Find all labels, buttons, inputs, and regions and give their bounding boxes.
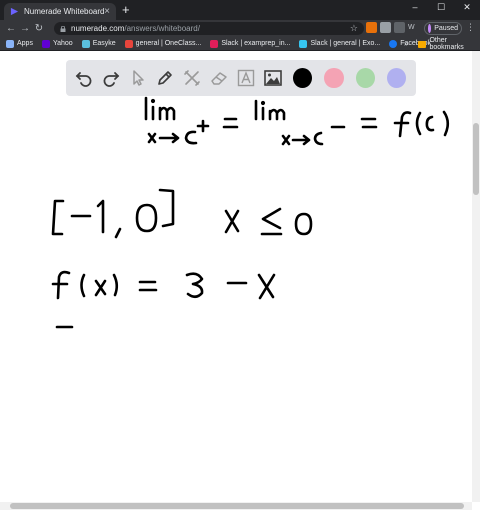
handwritten-x-leq-0 bbox=[224, 207, 313, 236]
puzzle-icon[interactable] bbox=[394, 22, 405, 33]
bookmark-label: Slack | examprep_in... bbox=[221, 40, 291, 47]
slack-icon bbox=[299, 39, 308, 48]
handwriting-layer bbox=[51, 96, 450, 329]
bookmark-item[interactable]: Slack | general | Exo... bbox=[299, 39, 381, 48]
facebook-icon bbox=[389, 39, 398, 48]
reload-button[interactable]: ↻ bbox=[32, 23, 46, 34]
profile-label: Paused bbox=[434, 25, 458, 32]
handwritten-f-of-c bbox=[393, 110, 450, 138]
pen-icon bbox=[158, 71, 172, 85]
bookmark-label: Yahoo bbox=[52, 40, 73, 47]
horizontal-scrollbar[interactable] bbox=[0, 502, 472, 510]
handwritten-lim-left bbox=[254, 99, 346, 146]
browser-tab[interactable]: Numerade Whiteboard × bbox=[4, 3, 116, 20]
whiteboard-toolbar bbox=[66, 60, 416, 96]
bookmarks-bar: Apps Yahoo Easyke general | OneClass... … bbox=[0, 37, 480, 51]
minimize-button[interactable]: – bbox=[402, 0, 428, 14]
extension-icon[interactable] bbox=[380, 22, 391, 33]
bookmark-item[interactable]: Easyke bbox=[81, 39, 116, 48]
select-icon bbox=[133, 70, 144, 86]
bookmark-label: Slack | general | Exo... bbox=[310, 40, 381, 47]
horizontal-scroll-thumb[interactable] bbox=[10, 503, 464, 509]
color-swatch-green[interactable] bbox=[355, 68, 375, 88]
bookmark-label: Easyke bbox=[92, 40, 116, 47]
avatar bbox=[428, 24, 432, 33]
select-tool[interactable] bbox=[126, 66, 149, 90]
text-tool[interactable] bbox=[235, 66, 258, 90]
close-window-button[interactable]: ✕ bbox=[454, 0, 480, 14]
vertical-scroll-thumb[interactable] bbox=[473, 123, 479, 195]
image-tool[interactable] bbox=[262, 66, 285, 90]
tools-icon bbox=[184, 70, 200, 86]
browser-toolbar: ← → ↻ numerade.com /answers/whiteboard/ … bbox=[0, 20, 480, 37]
forward-button[interactable]: → bbox=[18, 23, 32, 34]
text-icon bbox=[238, 69, 255, 87]
lock-icon bbox=[60, 25, 66, 32]
undo-icon bbox=[75, 72, 92, 87]
bookmark-star-icon[interactable]: ☆ bbox=[350, 22, 358, 35]
handwritten-equals bbox=[222, 117, 239, 129]
maximize-button[interactable]: ☐ bbox=[428, 0, 454, 14]
easyke-icon bbox=[81, 39, 90, 48]
handwritten-interval bbox=[51, 188, 175, 239]
bookmark-item[interactable]: Apps bbox=[6, 39, 33, 48]
extension-label[interactable]: W bbox=[408, 24, 415, 31]
bookmark-label: general | OneClass... bbox=[135, 40, 202, 47]
color-swatch-purple[interactable] bbox=[386, 68, 407, 88]
redo-icon bbox=[103, 72, 119, 87]
new-tab-button[interactable]: + bbox=[122, 3, 130, 17]
eraser-icon bbox=[211, 72, 227, 85]
tab-title: Numerade Whiteboard bbox=[24, 7, 105, 16]
url-path: /answers/whiteboard/ bbox=[124, 24, 200, 33]
window-controls: – ☐ ✕ bbox=[402, 0, 480, 14]
browser-menu-icon[interactable]: ⋮ bbox=[466, 22, 475, 33]
other-bookmarks[interactable]: Other bookmarks bbox=[418, 37, 480, 51]
color-swatch-pink[interactable] bbox=[324, 68, 344, 88]
color-swatch-black[interactable] bbox=[293, 68, 313, 88]
image-icon bbox=[264, 70, 283, 86]
eraser-tool[interactable] bbox=[208, 66, 231, 90]
url-host: numerade.com bbox=[71, 24, 125, 33]
undo-button[interactable] bbox=[72, 66, 95, 90]
extensions-area: W bbox=[366, 22, 415, 33]
pen-tool[interactable] bbox=[153, 66, 176, 90]
extension-icon[interactable] bbox=[366, 22, 377, 33]
redo-button[interactable] bbox=[99, 66, 122, 90]
bookmark-item[interactable]: Yahoo bbox=[41, 39, 73, 48]
other-bookmarks-label: Other bookmarks bbox=[429, 37, 464, 51]
handwritten-equals bbox=[360, 117, 378, 129]
back-button[interactable]: ← bbox=[4, 23, 18, 34]
address-bar[interactable]: numerade.com /answers/whiteboard/ ☆ bbox=[54, 22, 364, 35]
handwritten-f-of-x bbox=[51, 270, 276, 300]
bookmark-label: Apps bbox=[17, 40, 33, 47]
apps-icon bbox=[6, 39, 14, 48]
numerade-favicon-icon bbox=[10, 7, 19, 16]
bookmark-item[interactable]: general | OneClass... bbox=[124, 39, 202, 48]
vertical-scrollbar[interactable] bbox=[472, 51, 480, 502]
slack-icon bbox=[210, 39, 219, 48]
whiteboard-canvas[interactable] bbox=[0, 51, 472, 502]
more-bookmarks-button[interactable]: » bbox=[404, 39, 408, 48]
profile-button[interactable]: Paused bbox=[424, 22, 462, 35]
bookmark-item[interactable]: Slack | examprep_in... bbox=[210, 39, 291, 48]
yahoo-icon bbox=[41, 39, 50, 48]
tab-close-icon[interactable]: × bbox=[104, 6, 110, 17]
browser-title-bar: Numerade Whiteboard × + – ☐ ✕ bbox=[0, 0, 480, 20]
oneclass-icon bbox=[124, 39, 133, 48]
handwritten-lim-right bbox=[144, 96, 210, 145]
shapes-tool[interactable] bbox=[181, 66, 204, 90]
folder-icon bbox=[418, 40, 427, 48]
